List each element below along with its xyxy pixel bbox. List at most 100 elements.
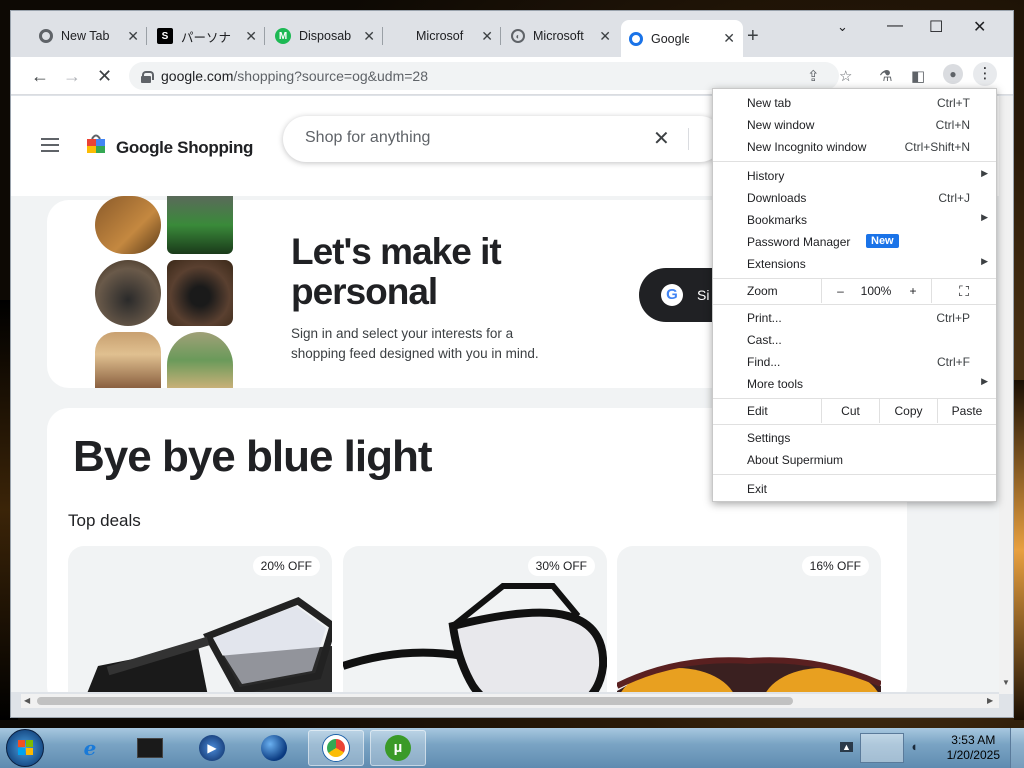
tab-google-shopping[interactable]: Google S ✕ (621, 20, 743, 57)
deal-item[interactable]: 16% OFF (617, 546, 881, 692)
product-thumbnail-chair (95, 196, 161, 254)
tab-strip: New Tab ✕ S パーソナ ✕ M Disposab ✕ Microsof… (11, 11, 1013, 57)
volume-icon[interactable]: ◖ (910, 739, 918, 754)
clock[interactable]: 3:53 AM 1/20/2025 (947, 733, 1000, 763)
back-arrow-icon[interactable]: ← (31, 66, 49, 87)
menu-more-tools[interactable]: More tools ▶ (713, 373, 996, 395)
product-thumbnail-boardgame (167, 332, 233, 388)
maximize-icon[interactable]: ☐ (929, 17, 943, 37)
forward-arrow-icon[interactable]: → (63, 66, 81, 87)
scroll-down-arrow-icon[interactable]: ▼ (1002, 678, 1010, 687)
hamburger-menu-icon[interactable] (41, 138, 59, 156)
close-icon[interactable]: ✕ (363, 28, 375, 45)
scroll-right-arrow-icon[interactable]: ▶ (987, 696, 993, 705)
close-icon[interactable]: ✕ (723, 30, 735, 47)
menu-password-manager[interactable]: Password Manager New (713, 231, 996, 253)
menu-print[interactable]: Print... Ctrl+P (713, 307, 996, 329)
s-icon: S (157, 28, 173, 44)
search-input[interactable]: Shop for anything ✕ (283, 116, 723, 162)
close-icon[interactable]: ✕ (245, 28, 257, 45)
product-thumbnail-plush (95, 332, 161, 388)
zoom-in-button[interactable]: + (893, 284, 933, 298)
fullscreen-icon[interactable]: ⛶ (931, 279, 996, 303)
minimize-icon[interactable]: — (887, 17, 903, 35)
zoom-value: 100% (860, 284, 892, 298)
menu-exit[interactable]: Exit (713, 478, 996, 500)
kebab-menu-icon[interactable]: ⋮ (973, 62, 997, 86)
menu-settings[interactable]: Settings (713, 427, 996, 449)
menu-new-incognito-window[interactable]: New Incognito window Ctrl+Shift+N (713, 136, 996, 158)
menu-new-tab[interactable]: New tab Ctrl+T (713, 92, 996, 114)
close-icon[interactable]: ✕ (481, 28, 493, 45)
tab-microsoft-2[interactable]: ◐ Microsoft ✕ (503, 23, 619, 49)
deal-item[interactable]: 20% OFF (68, 546, 332, 692)
share-icon[interactable]: ⇪ (807, 67, 820, 85)
labs-flask-icon[interactable]: ⚗ (879, 67, 892, 85)
menu-edit-row: Edit Cut Copy Paste (713, 399, 996, 423)
submenu-arrow-icon: ▶ (981, 376, 988, 386)
new-tab-plus-icon[interactable]: + (747, 25, 759, 48)
windows-logo-icon (18, 740, 34, 756)
clock-date: 1/20/2025 (946, 748, 1000, 762)
zoom-out-button[interactable]: – (821, 279, 859, 303)
tab-disposable[interactable]: M Disposab ✕ (267, 23, 383, 49)
address-bar[interactable]: google.com/shopping?source=og&udm=28 (129, 62, 839, 90)
menu-new-window[interactable]: New window Ctrl+N (713, 114, 996, 136)
network-icon[interactable] (860, 733, 904, 763)
bookmark-star-icon[interactable]: ☆ (839, 67, 852, 85)
google-shopping-icon (629, 31, 643, 46)
cut-button[interactable]: Cut (821, 399, 879, 423)
product-thumbnail-pan (95, 260, 161, 326)
menu-bookmarks[interactable]: Bookmarks ▶ (713, 209, 996, 231)
top-deals-label: Top deals (68, 511, 141, 530)
globe-app-icon[interactable] (246, 730, 302, 766)
tab-title: Google S (651, 31, 689, 46)
taskbar: e ▶ µ ▲ ◖ 3:53 AM 1/20/2025 (0, 728, 1024, 768)
show-desktop-button[interactable] (1010, 728, 1024, 768)
menu-downloads[interactable]: Downloads Ctrl+J (713, 187, 996, 209)
deal-item[interactable]: 30% OFF (343, 546, 607, 692)
tab-search-chevron-icon[interactable]: ⌄ (837, 19, 848, 35)
google-g-icon: G (661, 284, 683, 306)
horizontal-scrollbar[interactable]: ◀ ▶ (21, 694, 999, 708)
clear-search-icon[interactable]: ✕ (653, 126, 670, 151)
window-close-icon[interactable]: ✕ (973, 17, 986, 37)
brand-name: Google Shopping (116, 138, 254, 157)
scroll-left-arrow-icon[interactable]: ◀ (24, 696, 30, 705)
tab-new-tab[interactable]: New Tab ✕ (31, 23, 147, 49)
media-player-icon[interactable]: ▶ (184, 730, 240, 766)
start-button[interactable] (6, 729, 44, 767)
profile-avatar-icon[interactable]: ● (943, 64, 963, 84)
menu-cast[interactable]: Cast... (713, 329, 996, 351)
side-panel-icon[interactable]: ◧ (911, 67, 925, 85)
url-host: google.com (161, 68, 234, 84)
menu-find[interactable]: Find... Ctrl+F (713, 351, 996, 373)
zoom-label: Zoom (747, 284, 778, 298)
sign-in-label: Si (697, 287, 710, 303)
copy-button[interactable]: Copy (879, 399, 937, 423)
browser-taskbar-icon[interactable] (308, 730, 364, 766)
vertical-scrollbar[interactable]: ▼ (999, 96, 1013, 694)
menu-extensions[interactable]: Extensions ▶ (713, 253, 996, 275)
menu-zoom-row: Zoom – 100% + ⛶ (713, 279, 996, 303)
tab-title: Microsoft (533, 29, 584, 43)
menu-history[interactable]: History ▶ (713, 165, 996, 187)
hero-subtitle: Sign in and select your interests for a … (291, 326, 539, 361)
paste-button[interactable]: Paste (937, 399, 996, 423)
scrollbar-thumb[interactable] (37, 697, 793, 705)
clock-time: 3:53 AM (951, 733, 996, 747)
tab-persona[interactable]: S パーソナ ✕ (149, 23, 265, 49)
reload-icon[interactable]: ✕ (97, 66, 112, 87)
submenu-arrow-icon: ▶ (981, 256, 988, 266)
lock-icon (141, 70, 154, 83)
menu-about[interactable]: About Supermium (713, 449, 996, 471)
show-hidden-icons-icon[interactable]: ▲ (840, 742, 853, 752)
close-icon[interactable]: ✕ (599, 28, 611, 45)
utorrent-icon[interactable]: µ (370, 730, 426, 766)
tab-microsoft-1[interactable]: Microsof ✕ (385, 23, 501, 49)
internet-explorer-icon[interactable]: e (62, 730, 118, 766)
terminal-app-icon[interactable] (122, 730, 178, 766)
tab-title: New Tab (61, 29, 110, 43)
product-thumbnail-toy (167, 196, 233, 254)
close-icon[interactable]: ✕ (127, 28, 139, 45)
